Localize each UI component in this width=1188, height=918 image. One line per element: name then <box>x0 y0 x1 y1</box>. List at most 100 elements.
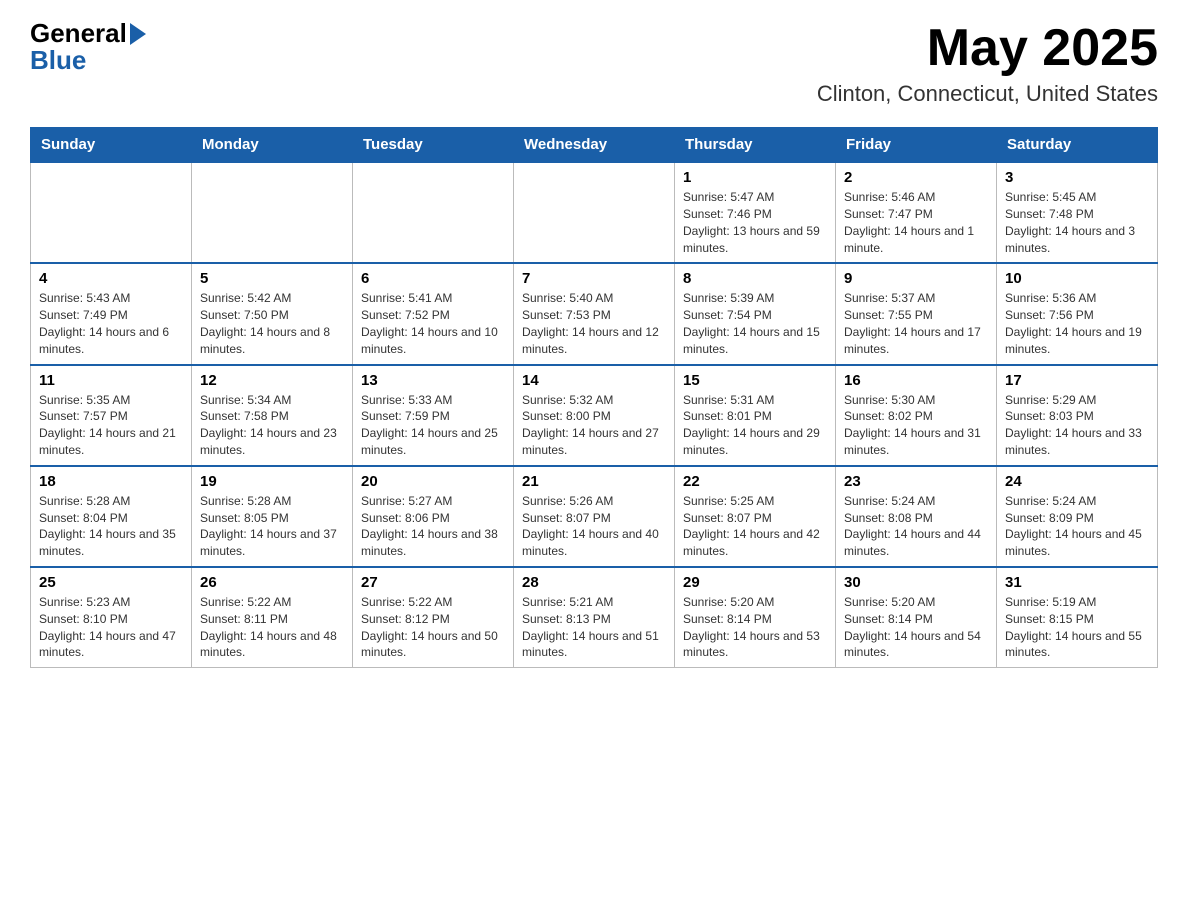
calendar-cell: 19Sunrise: 5:28 AMSunset: 8:05 PMDayligh… <box>192 466 353 567</box>
calendar-cell: 12Sunrise: 5:34 AMSunset: 7:58 PMDayligh… <box>192 365 353 466</box>
day-number: 3 <box>1005 169 1149 186</box>
day-number: 4 <box>39 270 183 287</box>
calendar-cell: 17 Sunrise: 5:29 AMSunset: 8:03 PMDayligh… <box>997 365 1158 466</box>
calendar-cell: 28 Sunrise: 5:21 AMSunset: 8:13 PMDayligh… <box>514 567 675 668</box>
logo-general-text: General <box>30 20 146 47</box>
calendar-week-4: 18 Sunrise: 5:28 AMSunset: 8:04 PMDayligh… <box>31 466 1158 567</box>
calendar-cell: 20 Sunrise: 5:27 AMSunset: 8:06 PMDayligh… <box>353 466 514 567</box>
day-info: Sunrise: 5:41 AMSunset: 7:52 PMDaylight:… <box>361 290 505 357</box>
calendar-cell: 4 Sunrise: 5:43 AMSunset: 7:49 PMDaylight… <box>31 263 192 364</box>
calendar-cell: 29 Sunrise: 5:20 AMSunset: 8:14 PMDayligh… <box>675 567 836 668</box>
day-number: 18 <box>39 473 183 490</box>
calendar-cell: 14 Sunrise: 5:32 AMSunset: 8:00 PMDayligh… <box>514 365 675 466</box>
day-info: Sunrise: 5:29 AMSunset: 8:03 PMDaylight:… <box>1005 392 1149 459</box>
calendar-cell: 2 Sunrise: 5:46 AMSunset: 7:47 PMDaylight… <box>836 162 997 263</box>
calendar-week-5: 25 Sunrise: 5:23 AMSunset: 8:10 PMDayligh… <box>31 567 1158 668</box>
calendar-header-tuesday: Tuesday <box>353 128 514 163</box>
day-info: Sunrise: 5:32 AMSunset: 8:00 PMDaylight:… <box>522 392 666 459</box>
day-info: Sunrise: 5:20 AMSunset: 8:14 PMDaylight:… <box>844 594 988 661</box>
day-number: 28 <box>522 574 666 591</box>
calendar-cell: 21Sunrise: 5:26 AMSunset: 8:07 PMDayligh… <box>514 466 675 567</box>
calendar-week-1: 1Sunrise: 5:47 AMSunset: 7:46 PMDaylight… <box>31 162 1158 263</box>
calendar-cell: 18 Sunrise: 5:28 AMSunset: 8:04 PMDayligh… <box>31 466 192 567</box>
day-info: Sunrise: 5:21 AMSunset: 8:13 PMDaylight:… <box>522 594 666 661</box>
logo-blue-text: Blue <box>30 47 86 73</box>
calendar-header-wednesday: Wednesday <box>514 128 675 163</box>
day-number: 13 <box>361 372 505 389</box>
day-number: 27 <box>361 574 505 591</box>
day-number: 30 <box>844 574 988 591</box>
day-info: Sunrise: 5:19 AMSunset: 8:15 PMDaylight:… <box>1005 594 1149 661</box>
calendar-cell: 26 Sunrise: 5:22 AMSunset: 8:11 PMDayligh… <box>192 567 353 668</box>
calendar-cell <box>353 162 514 263</box>
day-number: 26 <box>200 574 344 591</box>
day-number: 21 <box>522 473 666 490</box>
day-info: Sunrise: 5:22 AMSunset: 8:11 PMDaylight:… <box>200 594 344 661</box>
day-info: Sunrise: 5:34 AMSunset: 7:58 PMDaylight:… <box>200 392 344 459</box>
day-info: Sunrise: 5:35 AMSunset: 7:57 PMDaylight:… <box>39 392 183 459</box>
page-header: General Blue May 2025 Clinton, Connectic… <box>30 20 1158 107</box>
day-info: Sunrise: 5:33 AMSunset: 7:59 PMDaylight:… <box>361 392 505 459</box>
day-info: Sunrise: 5:40 AMSunset: 7:53 PMDaylight:… <box>522 290 666 357</box>
calendar-header-friday: Friday <box>836 128 997 163</box>
location-text: Clinton, Connecticut, United States <box>817 81 1158 107</box>
calendar-cell: 13 Sunrise: 5:33 AMSunset: 7:59 PMDayligh… <box>353 365 514 466</box>
calendar-cell: 31Sunrise: 5:19 AMSunset: 8:15 PMDayligh… <box>997 567 1158 668</box>
calendar-cell: 3 Sunrise: 5:45 AMSunset: 7:48 PMDaylight… <box>997 162 1158 263</box>
calendar-cell: 24Sunrise: 5:24 AMSunset: 8:09 PMDayligh… <box>997 466 1158 567</box>
day-info: Sunrise: 5:22 AMSunset: 8:12 PMDaylight:… <box>361 594 505 661</box>
calendar-cell: 5 Sunrise: 5:42 AMSunset: 7:50 PMDaylight… <box>192 263 353 364</box>
calendar-cell: 8Sunrise: 5:39 AMSunset: 7:54 PMDaylight… <box>675 263 836 364</box>
day-info: Sunrise: 5:23 AMSunset: 8:10 PMDaylight:… <box>39 594 183 661</box>
day-number: 11 <box>39 372 183 389</box>
day-number: 22 <box>683 473 827 490</box>
day-number: 17 <box>1005 372 1149 389</box>
calendar-cell: 11 Sunrise: 5:35 AMSunset: 7:57 PMDayligh… <box>31 365 192 466</box>
calendar-cell: 6Sunrise: 5:41 AMSunset: 7:52 PMDaylight… <box>353 263 514 364</box>
day-info: Sunrise: 5:27 AMSunset: 8:06 PMDaylight:… <box>361 493 505 560</box>
calendar-cell: 15 Sunrise: 5:31 AMSunset: 8:01 PMDayligh… <box>675 365 836 466</box>
calendar-cell <box>514 162 675 263</box>
calendar-cell <box>192 162 353 263</box>
day-number: 7 <box>522 270 666 287</box>
day-info: Sunrise: 5:47 AMSunset: 7:46 PMDaylight:… <box>683 189 827 256</box>
day-number: 5 <box>200 270 344 287</box>
title-section: May 2025 Clinton, Connecticut, United St… <box>817 20 1158 107</box>
calendar-cell: 10Sunrise: 5:36 AMSunset: 7:56 PMDayligh… <box>997 263 1158 364</box>
calendar-cell: 9Sunrise: 5:37 AMSunset: 7:55 PMDaylight… <box>836 263 997 364</box>
day-info: Sunrise: 5:25 AMSunset: 8:07 PMDaylight:… <box>683 493 827 560</box>
calendar-header-monday: Monday <box>192 128 353 163</box>
day-number: 23 <box>844 473 988 490</box>
day-info: Sunrise: 5:43 AMSunset: 7:49 PMDaylight:… <box>39 290 183 357</box>
day-info: Sunrise: 5:31 AMSunset: 8:01 PMDaylight:… <box>683 392 827 459</box>
calendar-cell: 7 Sunrise: 5:40 AMSunset: 7:53 PMDaylight… <box>514 263 675 364</box>
calendar-cell: 22 Sunrise: 5:25 AMSunset: 8:07 PMDayligh… <box>675 466 836 567</box>
day-number: 15 <box>683 372 827 389</box>
calendar-table: SundayMondayTuesdayWednesdayThursdayFrid… <box>30 127 1158 668</box>
day-number: 2 <box>844 169 988 186</box>
day-info: Sunrise: 5:36 AMSunset: 7:56 PMDaylight:… <box>1005 290 1149 357</box>
day-number: 14 <box>522 372 666 389</box>
calendar-cell: 1Sunrise: 5:47 AMSunset: 7:46 PMDaylight… <box>675 162 836 263</box>
day-number: 20 <box>361 473 505 490</box>
day-number: 16 <box>844 372 988 389</box>
calendar-cell: 16Sunrise: 5:30 AMSunset: 8:02 PMDayligh… <box>836 365 997 466</box>
calendar-header-sunday: Sunday <box>31 128 192 163</box>
calendar-cell <box>31 162 192 263</box>
calendar-header-saturday: Saturday <box>997 128 1158 163</box>
day-number: 8 <box>683 270 827 287</box>
calendar-week-2: 4 Sunrise: 5:43 AMSunset: 7:49 PMDaylight… <box>31 263 1158 364</box>
day-info: Sunrise: 5:37 AMSunset: 7:55 PMDaylight:… <box>844 290 988 357</box>
day-info: Sunrise: 5:28 AMSunset: 8:04 PMDaylight:… <box>39 493 183 560</box>
month-title: May 2025 <box>817 20 1158 77</box>
day-info: Sunrise: 5:28 AMSunset: 8:05 PMDaylight:… <box>200 493 344 560</box>
day-info: Sunrise: 5:46 AMSunset: 7:47 PMDaylight:… <box>844 189 988 256</box>
day-info: Sunrise: 5:20 AMSunset: 8:14 PMDaylight:… <box>683 594 827 661</box>
day-number: 25 <box>39 574 183 591</box>
calendar-cell: 30 Sunrise: 5:20 AMSunset: 8:14 PMDayligh… <box>836 567 997 668</box>
day-number: 29 <box>683 574 827 591</box>
day-info: Sunrise: 5:42 AMSunset: 7:50 PMDaylight:… <box>200 290 344 357</box>
calendar-week-3: 11 Sunrise: 5:35 AMSunset: 7:57 PMDayligh… <box>31 365 1158 466</box>
day-info: Sunrise: 5:24 AMSunset: 8:09 PMDaylight:… <box>1005 493 1149 560</box>
day-info: Sunrise: 5:45 AMSunset: 7:48 PMDaylight:… <box>1005 189 1149 256</box>
